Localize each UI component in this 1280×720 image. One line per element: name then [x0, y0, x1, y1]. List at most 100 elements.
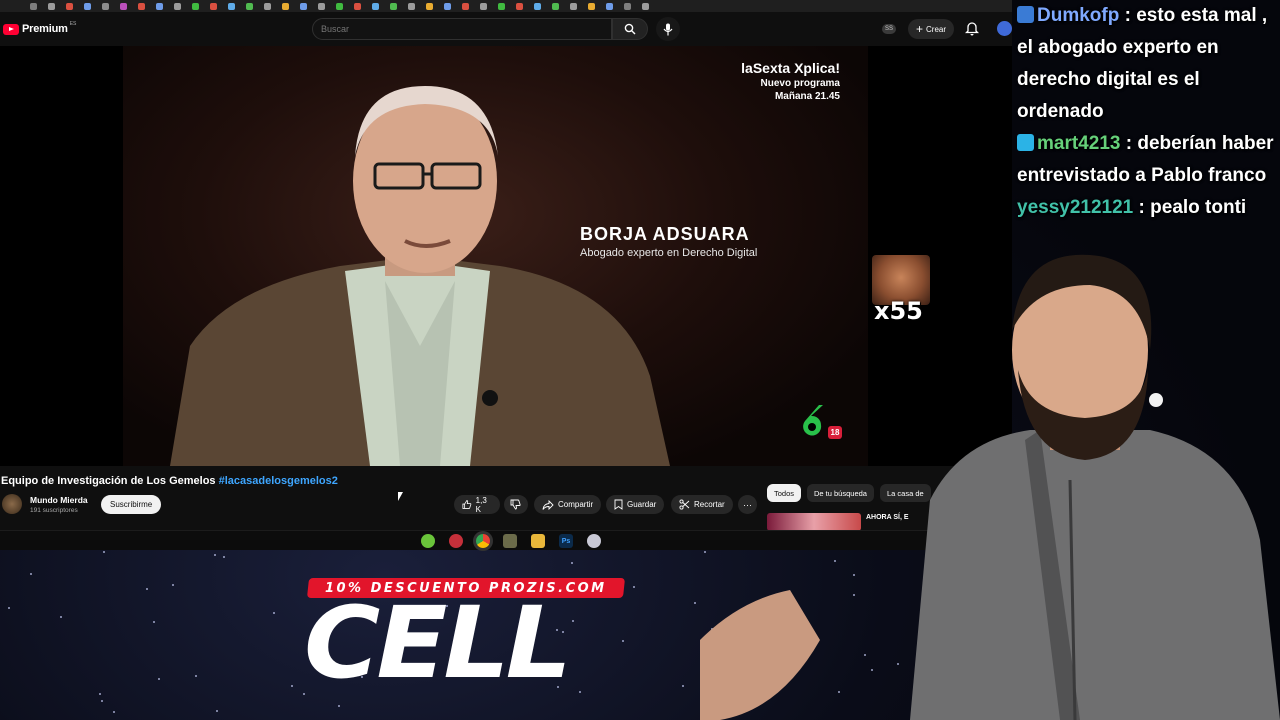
star: [223, 556, 225, 558]
star: [682, 685, 684, 687]
bookmark-favicon-icon[interactable]: [624, 2, 631, 10]
bookmark-favicon-icon[interactable]: [300, 2, 307, 10]
bookmark-favicon-icon[interactable]: [264, 2, 271, 10]
bookmark-favicon-icon[interactable]: [228, 2, 235, 10]
bookmark-favicon-icon[interactable]: [336, 2, 343, 10]
chat-separator: :: [1119, 5, 1137, 26]
bookmark-favicon-icon[interactable]: [642, 2, 649, 10]
like-button[interactable]: 1,3 K: [454, 495, 500, 514]
taskbar-app-icon[interactable]: [503, 534, 517, 548]
account-avatar[interactable]: [997, 21, 1012, 36]
bookmark-favicon-icon[interactable]: [588, 2, 595, 10]
bookmark-favicon-icon[interactable]: [66, 2, 73, 10]
bookmark-favicon-icon[interactable]: [408, 2, 415, 10]
chat-message: mart4213 : deberían haber entrevistado a…: [1017, 128, 1280, 192]
bookmark-favicon-icon[interactable]: [120, 2, 127, 10]
search-button[interactable]: [612, 18, 648, 40]
star: [60, 616, 62, 618]
chrome-icon[interactable]: [476, 534, 490, 548]
star: [214, 554, 216, 556]
taskbar-app-icon[interactable]: [421, 534, 435, 548]
bookmark-favicon-icon[interactable]: [516, 2, 523, 10]
star: [338, 705, 340, 707]
bookmark-favicon-icon[interactable]: [192, 2, 199, 10]
chat-badge-icon: [1017, 6, 1034, 23]
bookmark-favicon-icon[interactable]: [84, 2, 91, 10]
youtube-header: Premium ES SS + Crear: [0, 12, 1012, 46]
search-box[interactable]: [312, 18, 612, 40]
chat-separator: :: [1120, 133, 1138, 154]
video-hashtag-link[interactable]: #lacasadelosgemelos2: [219, 475, 338, 487]
chat-username[interactable]: mart4213: [1037, 133, 1120, 154]
promo-text: laSexta Xplica! Nuevo programa Mañana 21…: [741, 60, 840, 102]
chat-separator: :: [1133, 197, 1151, 218]
chat-message: Dumkofp : esto esta mal , el abogado exp…: [1017, 0, 1280, 128]
voice-search-button[interactable]: [656, 17, 680, 41]
bookmark-favicon-icon[interactable]: [552, 2, 559, 10]
bookmark-favicon-icon[interactable]: [480, 2, 487, 10]
photoshop-icon[interactable]: Ps: [559, 534, 573, 548]
star: [622, 640, 624, 642]
chat-message: yessy212121 : pealo tonti: [1017, 192, 1280, 224]
bookmark-icon: [614, 499, 623, 510]
bookmark-favicon-icon[interactable]: [48, 2, 55, 10]
thumbs-down-icon: [510, 499, 521, 510]
create-button[interactable]: + Crear: [908, 19, 955, 39]
bookmark-favicon-icon[interactable]: [444, 2, 451, 10]
youtube-logo[interactable]: Premium ES: [3, 21, 77, 35]
bookmark-favicon-icon[interactable]: [426, 2, 433, 10]
star: [113, 711, 115, 713]
ss-badge[interactable]: SS: [882, 24, 897, 34]
star: [172, 584, 174, 586]
share-arrow-icon: [542, 499, 554, 510]
bookmark-favicon-icon[interactable]: [210, 2, 217, 10]
chat-username[interactable]: Dumkofp: [1037, 5, 1119, 26]
bookmark-favicon-icon[interactable]: [246, 2, 253, 10]
bookmark-favicon-icon[interactable]: [318, 2, 325, 10]
bookmark-favicon-icon[interactable]: [462, 2, 469, 10]
star: [694, 602, 696, 604]
bookmark-favicon-icon[interactable]: [372, 2, 379, 10]
star: [633, 586, 635, 588]
bookmark-favicon-icon[interactable]: [138, 2, 145, 10]
notifications-bell-icon[interactable]: [965, 21, 979, 36]
streamer-figure: [700, 254, 1280, 720]
star: [273, 612, 275, 614]
bookmark-favicon-icon[interactable]: [354, 2, 361, 10]
chat-username[interactable]: yessy212121: [1017, 197, 1133, 218]
stream-stage: Premium ES SS + Crear: [0, 0, 1280, 720]
thumbs-up-icon: [462, 500, 472, 509]
bookmark-favicon-icon[interactable]: [498, 2, 505, 10]
bookmark-favicon-icon[interactable]: [534, 2, 541, 10]
promo-title: laSexta Xplica!: [741, 60, 840, 76]
search-input[interactable]: [321, 24, 611, 34]
microphone-icon: [663, 23, 673, 35]
bookmark-favicon-icon[interactable]: [570, 2, 577, 10]
save-button[interactable]: Guardar: [606, 495, 665, 514]
channel-name[interactable]: Mundo Mierda: [30, 495, 88, 505]
bookmark-favicon-icon[interactable]: [606, 2, 613, 10]
taskbar-app-icon[interactable]: [587, 534, 601, 548]
star: [101, 700, 103, 702]
star: [158, 678, 160, 680]
bookmark-favicon-icon[interactable]: [156, 2, 163, 10]
star: [291, 685, 293, 687]
share-button[interactable]: Compartir: [534, 495, 602, 514]
search-icon: [624, 23, 636, 35]
create-label: Crear: [926, 24, 947, 34]
bookmark-favicon-icon[interactable]: [390, 2, 397, 10]
channel-avatar[interactable]: [2, 494, 22, 514]
star: [30, 573, 32, 575]
star: [195, 675, 197, 677]
like-count: 1,3 K: [475, 495, 487, 514]
bookmark-favicon-icon[interactable]: [30, 2, 37, 10]
subscribe-button[interactable]: Suscribirme: [101, 495, 162, 514]
dislike-button[interactable]: [504, 495, 528, 514]
taskbar-app-icon[interactable]: [449, 534, 463, 548]
bookmark-favicon-icon[interactable]: [102, 2, 109, 10]
star: [216, 710, 218, 712]
region-label: ES: [69, 21, 77, 27]
bookmark-favicon-icon[interactable]: [282, 2, 289, 10]
bookmark-favicon-icon[interactable]: [174, 2, 181, 10]
folder-icon[interactable]: [531, 534, 545, 548]
